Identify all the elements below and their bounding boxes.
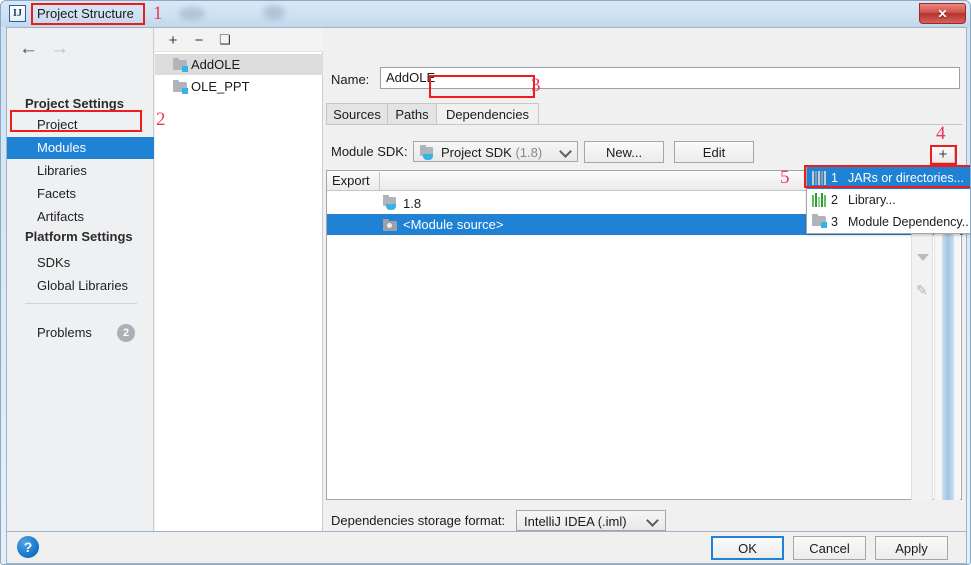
help-icon[interactable]: ?	[17, 536, 39, 558]
module-sdk-label: Module SDK:	[331, 144, 408, 159]
menu-item-number: 2	[831, 193, 838, 207]
project-structure-dialog: IJ Project Structure ✕ ← → Project Settin…	[0, 0, 971, 565]
sidebar-item-project[interactable]: Project	[7, 114, 154, 136]
title-smudge-1	[179, 7, 205, 20]
annotation-number-5: 5	[780, 167, 790, 188]
module-sdk-select[interactable]: Project SDK (1.8)	[413, 141, 578, 162]
header-separator	[379, 172, 380, 190]
annotation-number-2: 2	[156, 109, 166, 130]
tab-dependencies[interactable]: Dependencies	[436, 103, 539, 125]
sidebar-divider	[25, 303, 137, 304]
intellij-idea-icon: IJ	[9, 5, 26, 22]
name-label: Name:	[331, 72, 370, 87]
sidebar-item-label: SDKs	[37, 255, 71, 270]
menu-item-number: 3	[831, 215, 838, 229]
modules-toolbar: + − ❏	[155, 28, 323, 52]
sidebar-item-label: Global Libraries	[37, 278, 129, 293]
menu-item-library[interactable]: 2 Library...	[807, 189, 970, 211]
tab-paths[interactable]: Paths	[387, 103, 437, 125]
problems-count-badge: 2	[117, 324, 135, 342]
module-name-input[interactable]: AddOLE	[380, 67, 960, 89]
sidebar-item-artifacts[interactable]: Artifacts	[7, 206, 154, 228]
annotation-number-3: 3	[531, 75, 541, 96]
settings-sidebar: ← → Project Settings Project Modules Libr…	[7, 28, 154, 531]
add-dependency-button[interactable]: +	[931, 146, 955, 163]
chevron-down-icon	[559, 145, 572, 158]
module-dependency-icon	[812, 214, 827, 229]
menu-item-label: JARs or directories...	[848, 171, 965, 185]
module-source-icon	[383, 219, 397, 231]
menu-item-jars-or-directories[interactable]: 1 JARs or directories...	[807, 167, 970, 189]
sidebar-item-libraries[interactable]: Libraries	[7, 160, 154, 182]
add-dependency-menu: 1 JARs or directories... 2 Library... 3 …	[806, 166, 970, 234]
remove-module-button[interactable]: −	[189, 30, 209, 50]
sidebar-item-global-libraries[interactable]: Global Libraries	[7, 275, 154, 297]
sidebar-item-modules[interactable]: Modules	[7, 137, 154, 159]
library-icon	[812, 193, 827, 207]
storage-format-select[interactable]: IntelliJ IDEA (.iml)	[516, 510, 666, 531]
menu-item-module-dependency[interactable]: 3 Module Dependency..	[807, 211, 970, 233]
annotation-number-1: 1	[153, 3, 163, 24]
module-folder-icon	[173, 58, 188, 72]
tab-sources[interactable]: Sources	[326, 103, 388, 125]
arrow-left-icon[interactable]: ←	[19, 38, 38, 59]
sidebar-item-problems[interactable]: Problems 2	[7, 321, 154, 345]
sidebar-item-label: Modules	[37, 140, 87, 155]
module-name: AddOLE	[191, 57, 241, 72]
arrow-right-icon[interactable]: →	[50, 38, 69, 59]
sidebar-item-label: Artifacts	[37, 209, 84, 224]
window-title: Project Structure	[37, 6, 134, 21]
column-header-export[interactable]: Export	[332, 171, 370, 191]
apply-button[interactable]: Apply	[875, 536, 948, 560]
sidebar-item-sdks[interactable]: SDKs	[7, 252, 154, 274]
sidebar-item-label: Problems	[37, 325, 92, 340]
sidebar-group-project-settings: Project Settings	[25, 96, 124, 111]
modules-list-panel: + − ❏ AddOLE OLE_PPT	[155, 28, 323, 531]
title-bar: IJ Project Structure ✕	[1, 1, 970, 27]
menu-item-label: Module Dependency..	[848, 215, 969, 229]
jdk-folder-icon	[383, 195, 397, 210]
navigation-arrows: ← →	[19, 38, 69, 60]
new-sdk-button[interactable]: New...	[584, 141, 664, 163]
sidebar-item-facets[interactable]: Facets	[7, 183, 154, 205]
module-name: OLE_PPT	[191, 79, 250, 94]
list-item[interactable]: AddOLE	[155, 54, 323, 75]
cancel-button[interactable]: Cancel	[793, 536, 866, 560]
title-smudge-2	[263, 5, 285, 20]
pencil-icon[interactable]: ✎	[916, 282, 930, 298]
dependency-name: 1.8	[403, 196, 422, 211]
jdk-icon	[420, 145, 435, 160]
menu-item-number: 1	[831, 171, 838, 185]
list-item[interactable]: OLE_PPT	[155, 76, 323, 97]
annotation-number-4: 4	[936, 123, 946, 144]
tab-underline	[326, 124, 962, 125]
module-sdk-version: (1.8)	[515, 145, 543, 160]
module-folder-icon	[173, 80, 188, 94]
dialog-body: ← → Project Settings Project Modules Libr…	[6, 27, 967, 532]
sidebar-item-label: Project	[37, 117, 78, 132]
ok-button[interactable]: OK	[711, 536, 784, 560]
sidebar-item-label: Libraries	[37, 163, 87, 178]
sidebar-group-platform-settings: Platform Settings	[25, 229, 133, 244]
chevron-down-icon[interactable]	[917, 254, 929, 261]
copy-module-button[interactable]: ❏	[215, 30, 235, 50]
storage-format-value: IntelliJ IDEA (.iml)	[524, 514, 627, 529]
module-sdk-value: Project SDK	[441, 145, 512, 160]
edit-sdk-button[interactable]: Edit	[674, 141, 754, 163]
chevron-down-icon	[646, 514, 659, 527]
sidebar-item-label: Facets	[37, 186, 77, 201]
storage-format-label: Dependencies storage format:	[331, 513, 506, 528]
module-editor-panel: Name: AddOLE Sources Paths Dependencies …	[324, 28, 966, 531]
editor-tabs: Sources Paths Dependencies	[326, 103, 962, 125]
dependency-name: <Module source>	[403, 217, 504, 232]
add-module-button[interactable]: +	[163, 30, 183, 50]
close-icon[interactable]: ✕	[919, 3, 966, 24]
dialog-footer: ? OK Cancel Apply	[6, 532, 967, 564]
menu-item-label: Library...	[848, 193, 896, 207]
jar-icon	[812, 171, 827, 185]
